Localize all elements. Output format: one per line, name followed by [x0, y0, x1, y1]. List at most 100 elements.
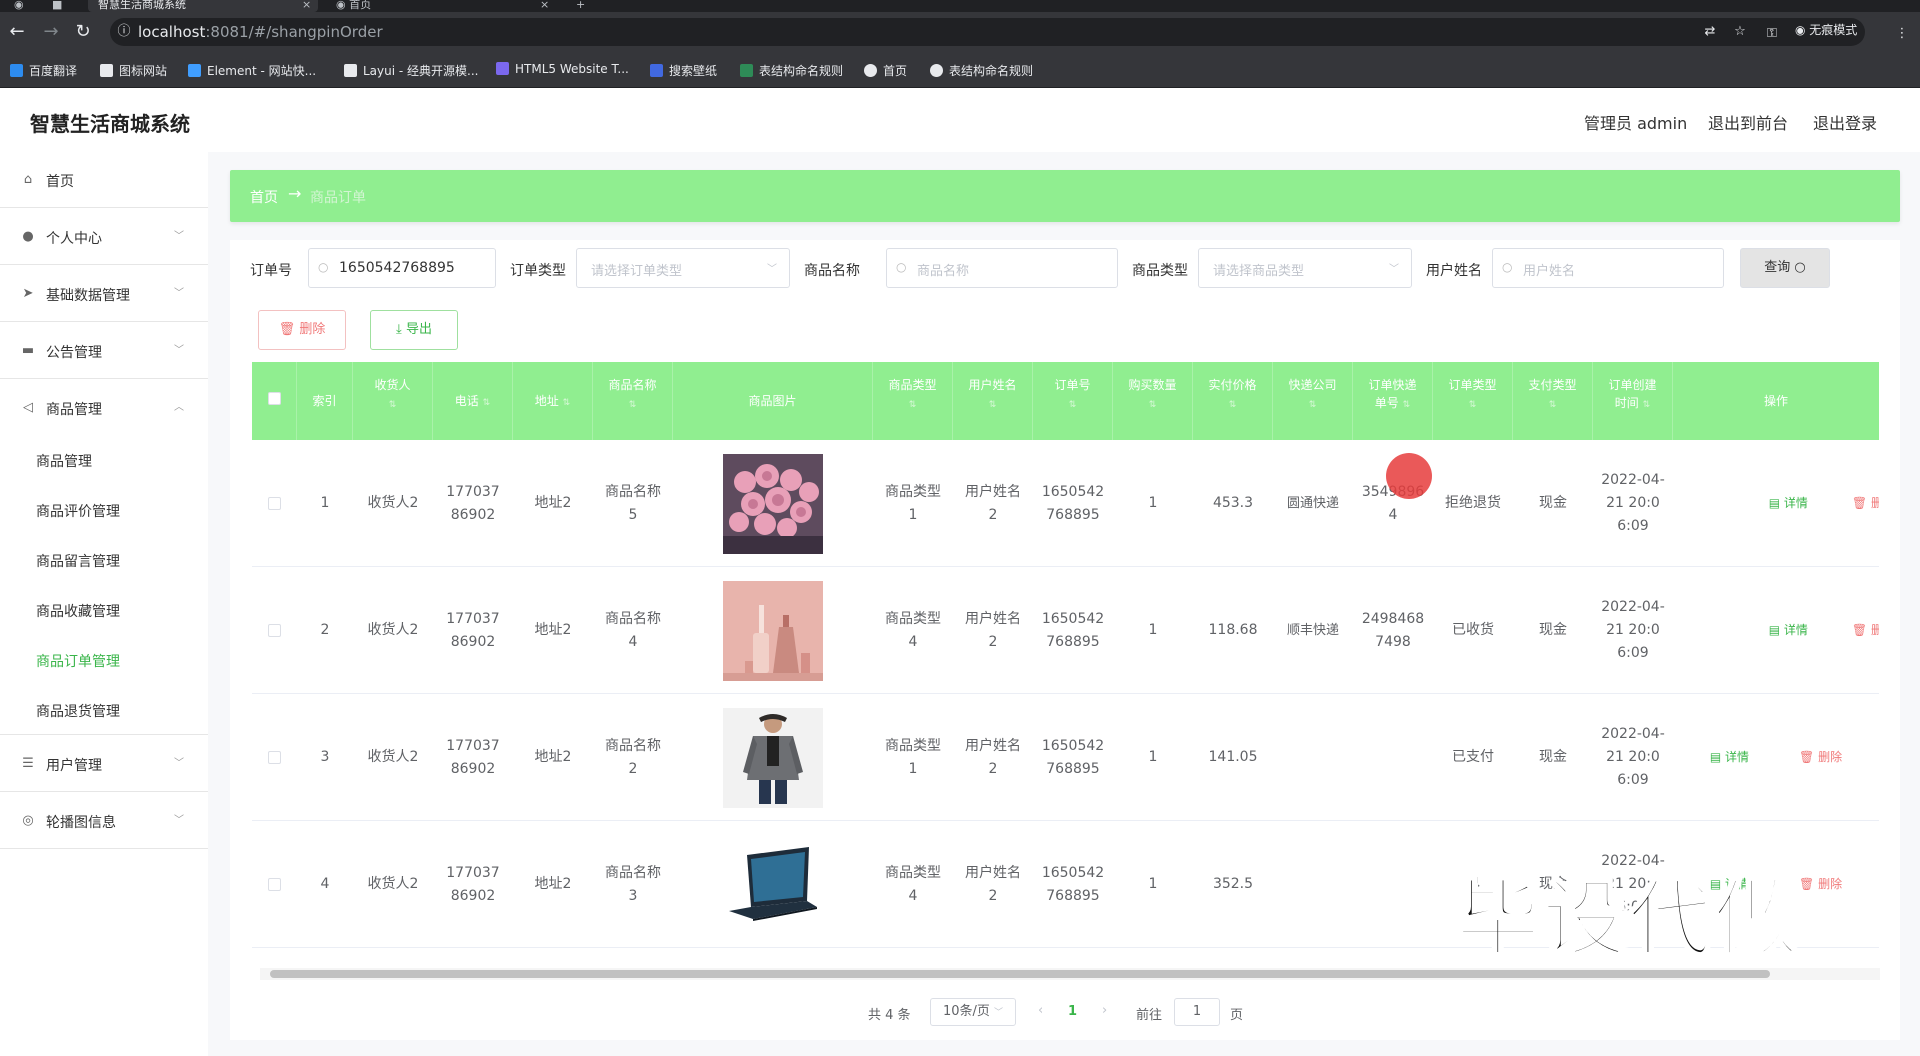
breadcrumb-home[interactable]: 首页 [250, 187, 278, 207]
bookmark-item[interactable]: 表结构命名规则 [930, 62, 1033, 79]
page-size-select[interactable]: 10条/页 ﹀ [930, 998, 1016, 1026]
browser-menu-icon[interactable]: ◉ [14, 0, 24, 12]
next-page-icon[interactable]: › [1102, 1003, 1107, 1018]
cell-order-type: 已支付 [1452, 749, 1494, 765]
logout-link[interactable]: 退出登录 [1813, 110, 1877, 134]
perfume-image[interactable] [723, 580, 823, 681]
jacket-image[interactable] [723, 707, 823, 808]
sidebar-item-basic-data[interactable]: ➤ 基础数据管理 ﹀ [0, 266, 208, 322]
header-created[interactable]: 订单创建时间 ⇅ [1593, 362, 1673, 440]
bookmark-item[interactable]: Layui - 经典开源模... [344, 62, 478, 79]
back-arrow-icon[interactable]: ← [6, 21, 28, 43]
bookmark-item[interactable]: 百度翻译 [10, 62, 77, 79]
bookmark-item[interactable]: 图标网站 [100, 62, 167, 79]
sort-icon: ⇅ [1148, 400, 1157, 410]
order-no-input[interactable]: ○ 1650542768895 [308, 248, 496, 288]
header-order-type[interactable]: 订单类型 ⇅ [1433, 362, 1513, 440]
user-name-label: 用户姓名 [1426, 263, 1482, 279]
header-courier[interactable]: 快递公司 ⇅ [1273, 362, 1353, 440]
header-receiver[interactable]: 收货人 ⇅ [353, 362, 433, 440]
delete-row-button[interactable]: 🗑 删除 [1799, 746, 1842, 769]
sidebar-item-notice[interactable]: ▬ 公告管理 ﹀ [0, 323, 208, 379]
select-all-checkbox[interactable] [267, 392, 281, 405]
exit-to-front-link[interactable]: 退出到前台 [1708, 110, 1788, 134]
url-input[interactable]: ⓘ localhost:8081/#/shangpinOrder ⇄ ☆ [110, 18, 1865, 46]
laptop-image[interactable] [723, 834, 823, 935]
cell-address: 地址2 [534, 495, 572, 511]
sidebar-sub-product-review[interactable]: 商品评价管理 [0, 485, 208, 535]
sidebar-item-products[interactable]: ◁ 商品管理 ︿ [0, 380, 208, 436]
bookmark-item[interactable]: 搜索壁纸 [650, 62, 717, 79]
sidebar-sub-product-order[interactable]: 商品订单管理 [0, 635, 208, 685]
user-name-input[interactable]: ○ 用户姓名 [1492, 248, 1724, 288]
bookmark-item[interactable]: HTML5 Website T... [496, 62, 629, 76]
sort-icon: ⇅ [388, 400, 397, 410]
sort-icon: ⇅ [988, 400, 997, 410]
sidebar-sub-product-return[interactable]: 商品退货管理 [0, 685, 208, 735]
detail-button[interactable]: ▤ 详情 [1710, 746, 1749, 769]
sidebar-sub-product-favorite[interactable]: 商品收藏管理 [0, 585, 208, 635]
bookmark-item[interactable]: 首页 [864, 62, 907, 79]
export-button[interactable]: ⤓ 导出 [370, 310, 458, 350]
detail-button[interactable]: ▤ 详情 [1769, 619, 1808, 642]
tab-close-icon[interactable]: × [302, 0, 311, 12]
goto-page-input[interactable]: 1 [1174, 998, 1220, 1026]
info-icon[interactable]: ⓘ [116, 24, 132, 40]
bookmarks-bar: 百度翻译 图标网站 Element - 网站快... Layui - 经典开源模… [0, 52, 1920, 88]
header-select-all[interactable] [252, 362, 297, 440]
roses-image[interactable] [723, 453, 823, 554]
header-product-type[interactable]: 商品类型 ⇅ [873, 362, 953, 440]
sidebar-item-personal[interactable]: ● 个人中心 ﹀ [0, 209, 208, 265]
sidebar-item-home[interactable]: ⌂ 首页 [0, 152, 208, 208]
tab-active[interactable]: 智慧生活商城系统 [88, 0, 318, 12]
order-type-select[interactable]: 请选择订单类型 ﹀ [576, 248, 790, 288]
prev-page-icon[interactable]: ‹ [1038, 1003, 1043, 1018]
row-checkbox[interactable] [268, 624, 281, 637]
detail-button[interactable]: ▤ 详情 [1769, 492, 1808, 515]
reload-icon[interactable]: ↻ [72, 21, 94, 43]
forward-arrow-icon[interactable]: → [40, 21, 62, 43]
sidebar-item-carousel[interactable]: ◎ 轮播图信息 ﹀ [0, 793, 208, 849]
page-number-current[interactable]: 1 [1068, 1004, 1077, 1019]
row-select-cell[interactable] [252, 821, 297, 948]
product-name-input[interactable]: ○ 商品名称 [886, 248, 1118, 288]
star-icon[interactable]: ☆ [1732, 24, 1748, 40]
cell-product-image [673, 694, 873, 821]
tab-close-icon[interactable]: × [540, 0, 549, 12]
header-phone[interactable]: 电话 ⇅ [433, 362, 513, 440]
sidebar-sub-product-manage[interactable]: 商品管理 [0, 435, 208, 485]
delete-row-button[interactable]: 🗑 删除 [1799, 873, 1842, 896]
delete-row-button[interactable]: 🗑 删除 [1852, 492, 1879, 515]
header-address[interactable]: 地址 ⇅ [513, 362, 593, 440]
chevron-down-icon: ﹀ [767, 264, 777, 275]
header-qty[interactable]: 购买数量 ⇅ [1113, 362, 1193, 440]
sidebar-item-users[interactable]: ☰ 用户管理 ﹀ [0, 736, 208, 792]
product-type-select[interactable]: 请选择商品类型 ﹀ [1198, 248, 1412, 288]
window-icon[interactable]: ■ [52, 0, 62, 12]
more-menu-icon[interactable]: ⋮ [1894, 26, 1910, 42]
translate-icon[interactable]: ⇄ [1702, 24, 1718, 40]
bookmark-item[interactable]: 表结构命名规则 [740, 62, 843, 79]
query-button[interactable]: 查询 ○ [1740, 248, 1830, 288]
header-order-no[interactable]: 订单号 ⇅ [1033, 362, 1113, 440]
row-select-cell[interactable] [252, 567, 297, 694]
delete-button[interactable]: 🗑 删除 [258, 310, 346, 350]
delete-row-button[interactable]: 🗑 删除 [1852, 619, 1879, 642]
key-icon[interactable]: ⚿ [1764, 26, 1780, 42]
new-tab-icon[interactable]: + [576, 0, 585, 12]
row-checkbox[interactable] [268, 878, 281, 891]
cell-product-type: 商品类型1 [885, 737, 941, 777]
bookmark-item[interactable]: Element - 网站快... [188, 62, 316, 79]
header-user-name[interactable]: 用户姓名 ⇅ [953, 362, 1033, 440]
header-pay-type[interactable]: 支付类型 ⇅ [1513, 362, 1593, 440]
incognito-indicator[interactable]: ◉ 无痕模式 [1795, 21, 1857, 38]
header-price[interactable]: 实付价格 ⇅ [1193, 362, 1273, 440]
row-select-cell[interactable] [252, 440, 297, 567]
row-select-cell[interactable] [252, 694, 297, 821]
row-checkbox[interactable] [268, 497, 281, 510]
header-product-name[interactable]: 商品名称 ⇅ [593, 362, 673, 440]
header-tracking[interactable]: 订单快递单号 ⇅ [1353, 362, 1433, 440]
row-checkbox[interactable] [268, 751, 281, 764]
sidebar-sub-product-message[interactable]: 商品留言管理 [0, 535, 208, 585]
tab-second[interactable]: ◉ 首页 [336, 0, 536, 12]
